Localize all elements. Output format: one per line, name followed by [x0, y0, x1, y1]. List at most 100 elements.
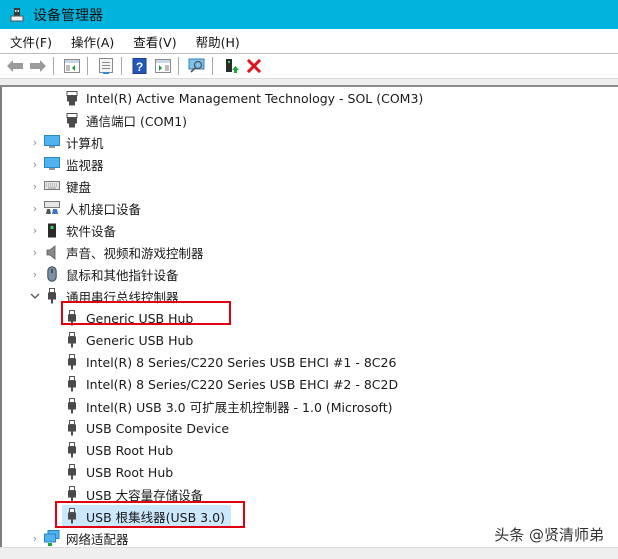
device-label: USB Root Hub	[86, 464, 174, 480]
usb-icon	[44, 288, 60, 304]
svg-text:?: ?	[136, 60, 143, 74]
highlight-box-usb-root-hub-3	[55, 501, 245, 528]
monitor-icon	[44, 156, 60, 172]
chevron-right-icon[interactable]: ›	[30, 180, 40, 193]
device-label: Intel(R) 8 Series/C220 Series USB EHCI #…	[86, 354, 397, 370]
menu-file[interactable]: 文件(F)	[10, 32, 52, 51]
toolbar-separator	[212, 57, 213, 75]
menu-view[interactable]: 查看(V)	[133, 32, 176, 51]
back-arrow-icon	[7, 60, 23, 72]
menu-action[interactable]: 操作(A)	[71, 32, 114, 51]
toolbar-separator	[87, 57, 88, 75]
chevron-right-icon[interactable]: ›	[30, 202, 40, 215]
keyboard-icon	[44, 178, 60, 194]
device-label: USB Root Hub	[86, 442, 174, 458]
usb-icon	[64, 376, 80, 392]
menu-help[interactable]: 帮助(H)	[196, 32, 240, 51]
tree-item-device[interactable]: 通信端口 (COM1)	[64, 109, 187, 131]
category-label: 人机接口设备	[66, 201, 142, 217]
tree-item-usb-device[interactable]: USB Root Hub	[64, 439, 173, 461]
status-bar	[0, 547, 618, 559]
device-label: Intel(R) USB 3.0 可扩展主机控制器 - 1.0 (Microso…	[86, 399, 393, 415]
tree-category-mice[interactable]: › 鼠标和其他指针设备	[30, 263, 179, 285]
uninstall-device-button[interactable]	[244, 56, 264, 76]
tree-category-monitors[interactable]: › 监视器	[30, 153, 104, 175]
device-label: Generic USB Hub	[86, 332, 194, 348]
forward-arrow-icon	[30, 60, 46, 72]
category-label: 声音、视频和游戏控制器	[66, 245, 204, 261]
chevron-right-icon[interactable]: ›	[30, 136, 40, 149]
usb-icon	[64, 442, 80, 458]
watermark: 头条 @贤清师弟	[494, 526, 604, 544]
category-label: 监视器	[66, 157, 104, 173]
tree-item-usb-device[interactable]: Generic USB Hub	[64, 329, 193, 351]
show-hide-console-tree-button[interactable]	[62, 56, 82, 76]
usb-icon	[64, 332, 80, 348]
window-title: 设备管理器	[33, 7, 103, 24]
scan-hardware-changes-button[interactable]	[187, 56, 207, 76]
update-driver-icon	[226, 59, 239, 73]
show-hide-console-tree-icon	[64, 59, 80, 73]
device-manager-icon	[9, 7, 25, 23]
highlight-box-generic-usb-hub	[61, 301, 231, 325]
usb-icon	[64, 354, 80, 370]
port-icon	[64, 112, 80, 128]
chevron-right-icon[interactable]: ›	[30, 246, 40, 259]
help-icon: ?	[132, 58, 147, 74]
category-label: 计算机	[66, 135, 104, 151]
forward-button[interactable]	[28, 56, 48, 76]
port-icon	[64, 90, 80, 106]
update-driver-button[interactable]	[221, 56, 241, 76]
network-adapter-icon	[44, 530, 60, 546]
category-label: 键盘	[66, 179, 92, 195]
title-bar: 设备管理器	[0, 0, 618, 29]
tree-item-usb-device[interactable]: Intel(R) USB 3.0 可扩展主机控制器 - 1.0 (Microso…	[64, 395, 393, 417]
device-label: Intel(R) 8 Series/C220 Series USB EHCI #…	[86, 376, 399, 392]
tree-category-hid[interactable]: › 人机接口设备	[30, 197, 141, 219]
tree-item-device[interactable]: Intel(R) Active Management Technology - …	[64, 87, 423, 109]
computer-icon	[44, 134, 60, 150]
tree-category-network-adapters[interactable]: › 网络适配器	[30, 527, 129, 549]
usb-icon	[64, 420, 80, 436]
tree-item-usb-device[interactable]: Intel(R) 8 Series/C220 Series USB EHCI #…	[64, 351, 396, 373]
tree-item-usb-device[interactable]: USB Composite Device	[64, 417, 229, 439]
back-button[interactable]	[5, 56, 25, 76]
toolbar-separator	[178, 57, 179, 75]
chevron-right-icon[interactable]: ›	[30, 532, 40, 545]
tree-item-usb-device[interactable]: USB Root Hub	[64, 461, 173, 483]
toolbar-divider	[0, 79, 618, 87]
chevron-right-icon[interactable]: ›	[30, 224, 40, 237]
chevron-right-icon[interactable]: ›	[30, 158, 40, 171]
toolbar: ?	[0, 54, 618, 79]
usb-icon	[64, 398, 80, 414]
usb-icon	[64, 486, 80, 502]
tree-category-keyboards[interactable]: › 键盘	[30, 175, 91, 197]
device-label: Intel(R) Active Management Technology - …	[86, 90, 424, 106]
category-label: 网络适配器	[66, 531, 129, 547]
scan-hardware-changes-icon	[188, 58, 205, 73]
action-pane-button[interactable]	[153, 56, 173, 76]
properties-button[interactable]	[96, 56, 116, 76]
device-tree: Intel(R) Active Management Technology - …	[0, 87, 618, 547]
chevron-down-icon[interactable]	[30, 291, 40, 301]
category-label: 鼠标和其他指针设备	[66, 267, 179, 283]
tree-category-software-devices[interactable]: › 软件设备	[30, 219, 116, 241]
tree-category-sound-video-game[interactable]: › 声音、视频和游戏控制器	[30, 241, 204, 263]
chevron-right-icon[interactable]: ›	[30, 268, 40, 281]
speaker-icon	[44, 244, 60, 260]
tree-item-usb-device[interactable]: Intel(R) 8 Series/C220 Series USB EHCI #…	[64, 373, 398, 395]
category-label: 软件设备	[66, 223, 117, 239]
help-button[interactable]: ?	[130, 56, 150, 76]
device-label: 通信端口 (COM1)	[86, 113, 188, 129]
properties-icon	[99, 58, 113, 74]
software-device-icon	[44, 222, 60, 238]
action-pane-icon	[155, 59, 171, 73]
toolbar-separator	[53, 57, 54, 75]
usb-icon	[64, 464, 80, 480]
tree-category-computer[interactable]: › 计算机	[30, 131, 104, 153]
uninstall-device-icon	[247, 59, 261, 73]
hid-icon	[44, 200, 60, 216]
menu-bar: 文件(F) 操作(A) 查看(V) 帮助(H)	[0, 29, 618, 54]
mouse-icon	[44, 266, 60, 282]
toolbar-separator	[121, 57, 122, 75]
